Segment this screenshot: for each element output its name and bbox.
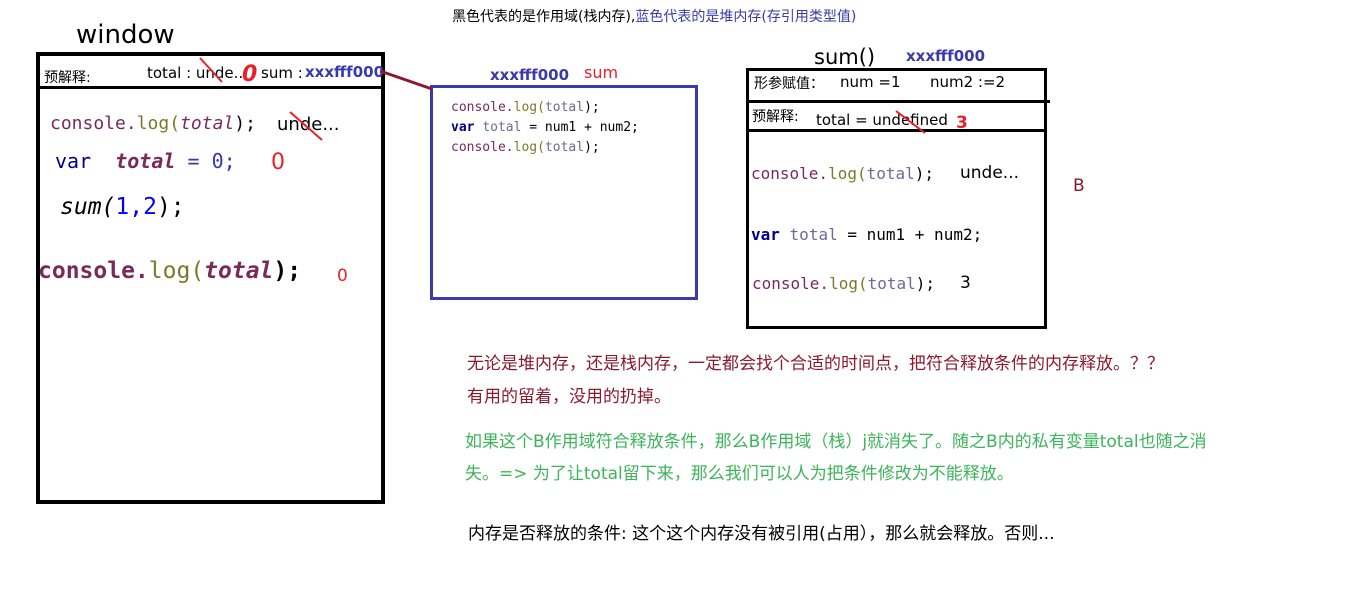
annotation-overlay bbox=[199, 57, 926, 141]
strike-sum-preparse bbox=[895, 110, 926, 134]
strike-window-line1-result bbox=[289, 111, 323, 141]
strike-window-total bbox=[199, 57, 223, 83]
reference-connector bbox=[379, 69, 433, 91]
